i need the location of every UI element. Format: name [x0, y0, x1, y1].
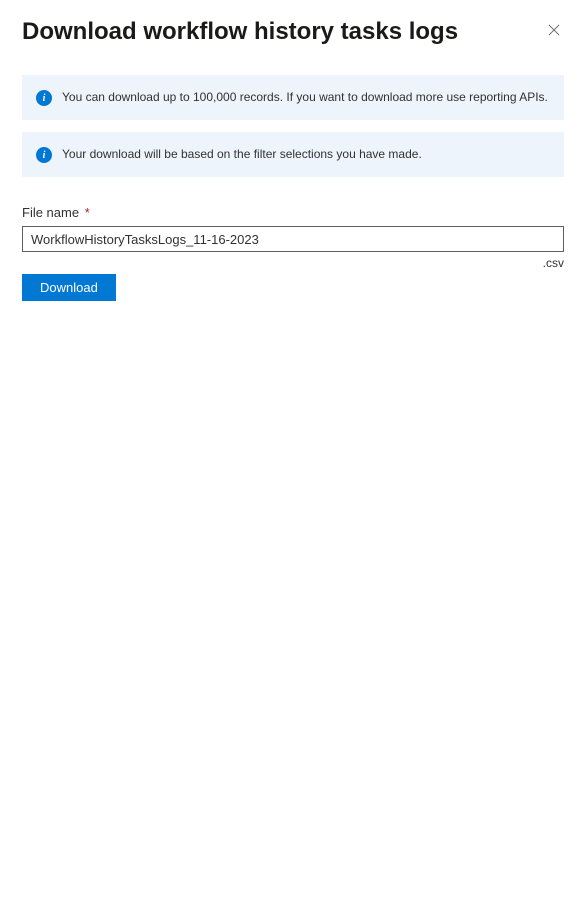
download-panel: Download workflow history tasks logs i Y… [0, 0, 586, 317]
download-button[interactable]: Download [22, 274, 116, 301]
page-title: Download workflow history tasks logs [22, 16, 458, 47]
filename-input[interactable] [22, 226, 564, 252]
filename-label: File name * [22, 205, 564, 220]
required-indicator: * [85, 205, 90, 220]
close-button[interactable] [544, 20, 564, 40]
info-box-records: i You can download up to 100,000 records… [22, 75, 564, 120]
info-text-records: You can download up to 100,000 records. … [62, 89, 548, 106]
file-extension: .csv [22, 256, 564, 270]
form-section: File name * .csv Download [22, 205, 564, 301]
info-text-filter: Your download will be based on the filte… [62, 146, 422, 163]
info-box-filter: i Your download will be based on the fil… [22, 132, 564, 177]
panel-header: Download workflow history tasks logs [22, 16, 564, 47]
close-icon [548, 23, 560, 37]
info-icon: i [36, 90, 52, 106]
info-icon: i [36, 147, 52, 163]
